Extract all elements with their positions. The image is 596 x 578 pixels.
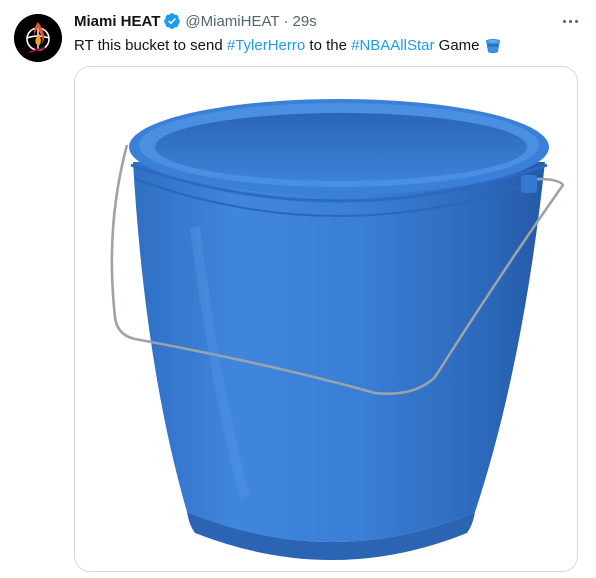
text-middle: to the (305, 37, 352, 54)
bucket-emoji-icon (485, 39, 500, 54)
tweet[interactable]: Miami HEAT @MiamiHEAT · 29s RT this buck… (0, 0, 596, 578)
miami-heat-logo (14, 14, 62, 62)
bucket-image (75, 67, 577, 571)
more-options-icon[interactable] (556, 10, 584, 32)
hashtag-tylerherro[interactable]: #TylerHerro (227, 36, 305, 56)
author-handle[interactable]: @MiamiHEAT (185, 13, 279, 30)
text-prefix: RT this bucket to send (74, 37, 227, 54)
author-name[interactable]: Miami HEAT (74, 13, 160, 30)
tweet-header: Miami HEAT @MiamiHEAT · 29s (74, 10, 317, 32)
tweet-image[interactable] (74, 66, 578, 572)
verified-badge-icon (164, 13, 181, 29)
hashtag-nbaallstar[interactable]: #NBAAllStar (351, 36, 434, 56)
timestamp[interactable]: 29s (293, 13, 317, 30)
avatar[interactable] (14, 14, 62, 62)
text-suffix: Game (434, 37, 480, 54)
tweet-text: RT this bucket to send #TylerHerro to th… (74, 36, 502, 56)
separator-dot: · (283, 12, 289, 30)
